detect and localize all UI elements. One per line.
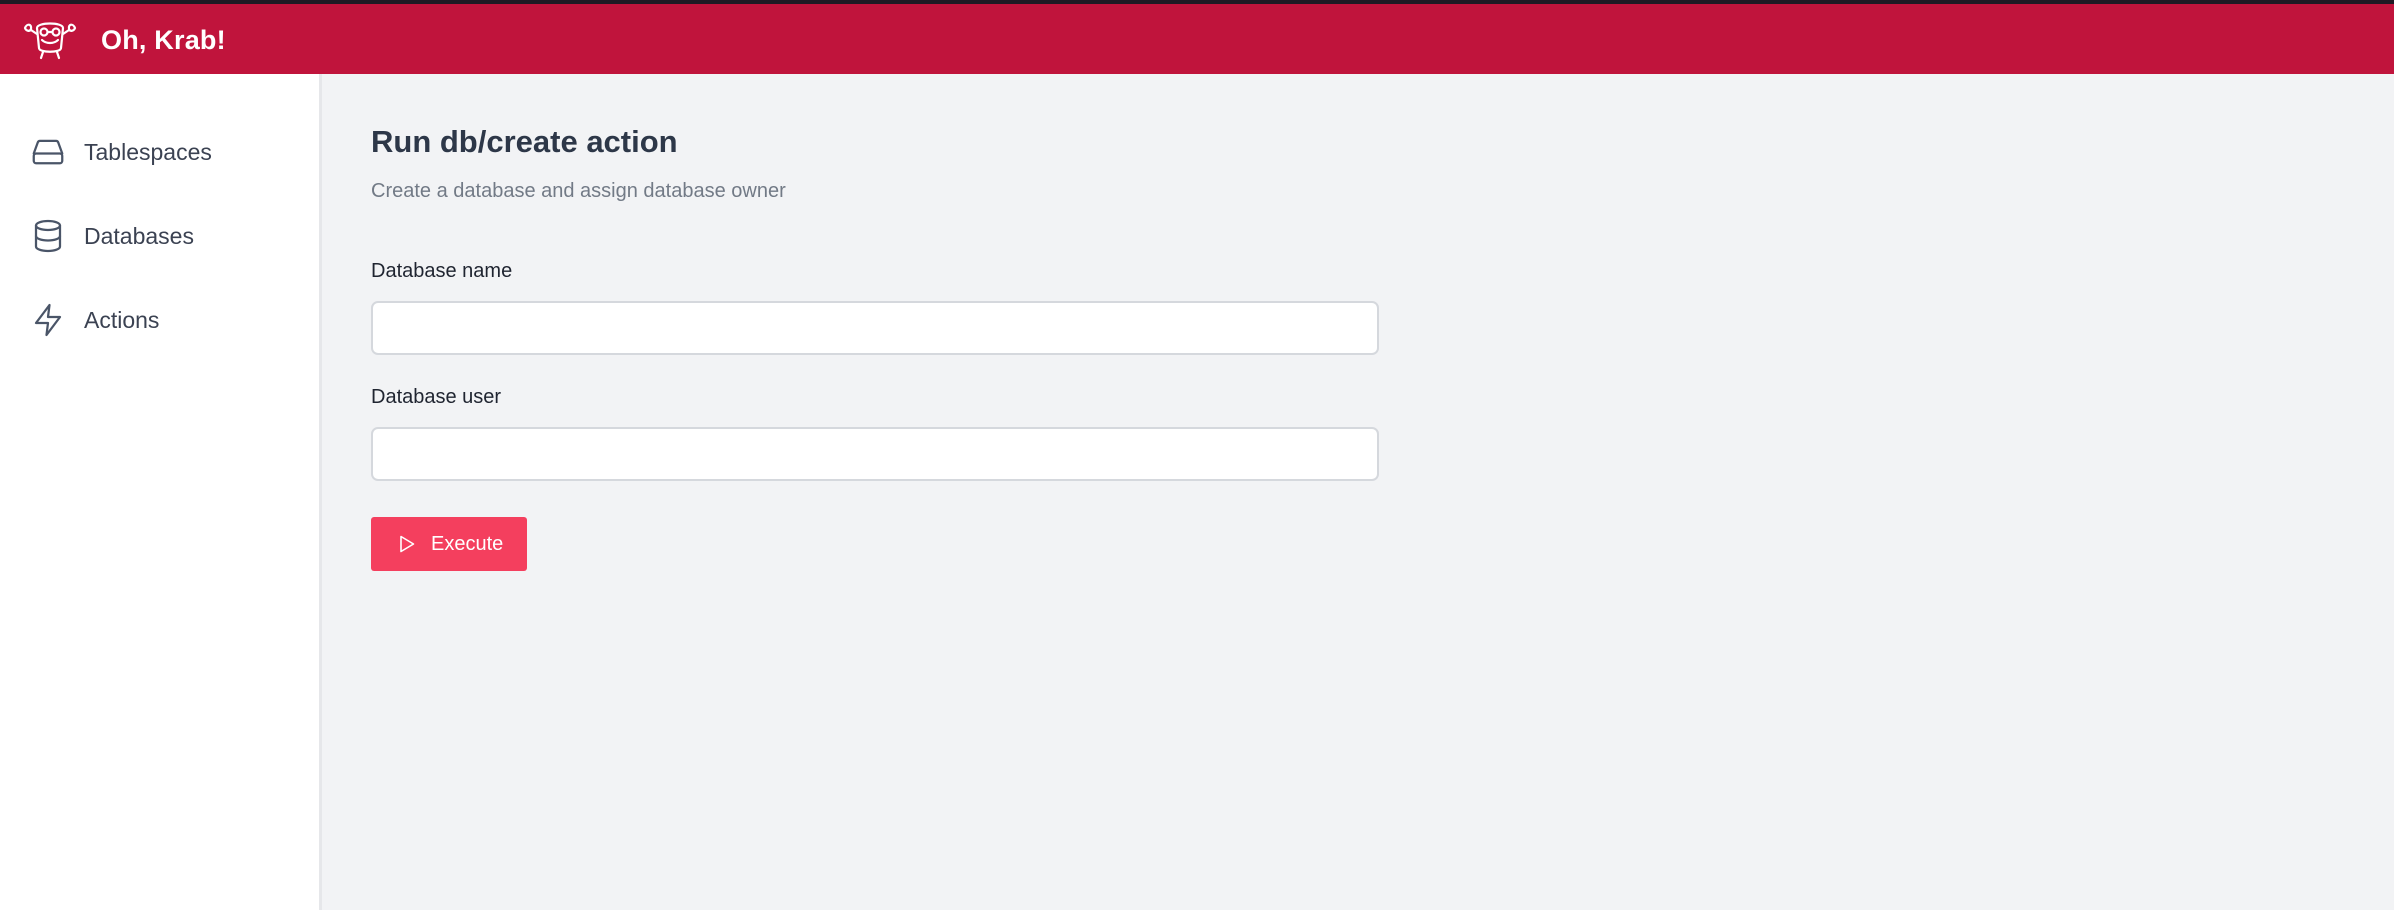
sidebar-item-label: Tablespaces — [84, 138, 212, 165]
sidebar-item-tablespaces[interactable]: Tablespaces — [0, 122, 318, 182]
sidebar-item-label: Actions — [84, 306, 160, 333]
app-title[interactable]: Oh, Krab! — [101, 25, 226, 56]
database-name-input[interactable] — [371, 301, 1379, 355]
sidebar-item-label: Databases — [84, 222, 194, 249]
execute-button-label: Execute — [431, 533, 504, 555]
crab-logo-icon[interactable] — [22, 18, 78, 60]
main-content: Run db/create action Create a database a… — [325, 74, 2394, 910]
play-icon — [400, 535, 415, 553]
sidebar-item-databases[interactable]: Databases — [0, 206, 318, 266]
database-name-label: Database name — [371, 260, 513, 282]
execute-button[interactable]: Execute — [371, 517, 527, 571]
sidebar: Tablespaces Databases Actions — [0, 74, 322, 910]
top-bar: Oh, Krab! — [0, 0, 2394, 74]
sidebar-item-actions[interactable]: Actions — [0, 290, 318, 350]
hard-drive-icon — [32, 139, 64, 165]
database-user-input[interactable] — [371, 427, 1379, 481]
page-subtitle: Create a database and assign database ow… — [371, 180, 786, 202]
lightning-icon — [34, 303, 62, 337]
page-title: Run db/create action — [371, 124, 678, 159]
database-icon — [34, 219, 62, 253]
database-user-label: Database user — [371, 386, 502, 408]
